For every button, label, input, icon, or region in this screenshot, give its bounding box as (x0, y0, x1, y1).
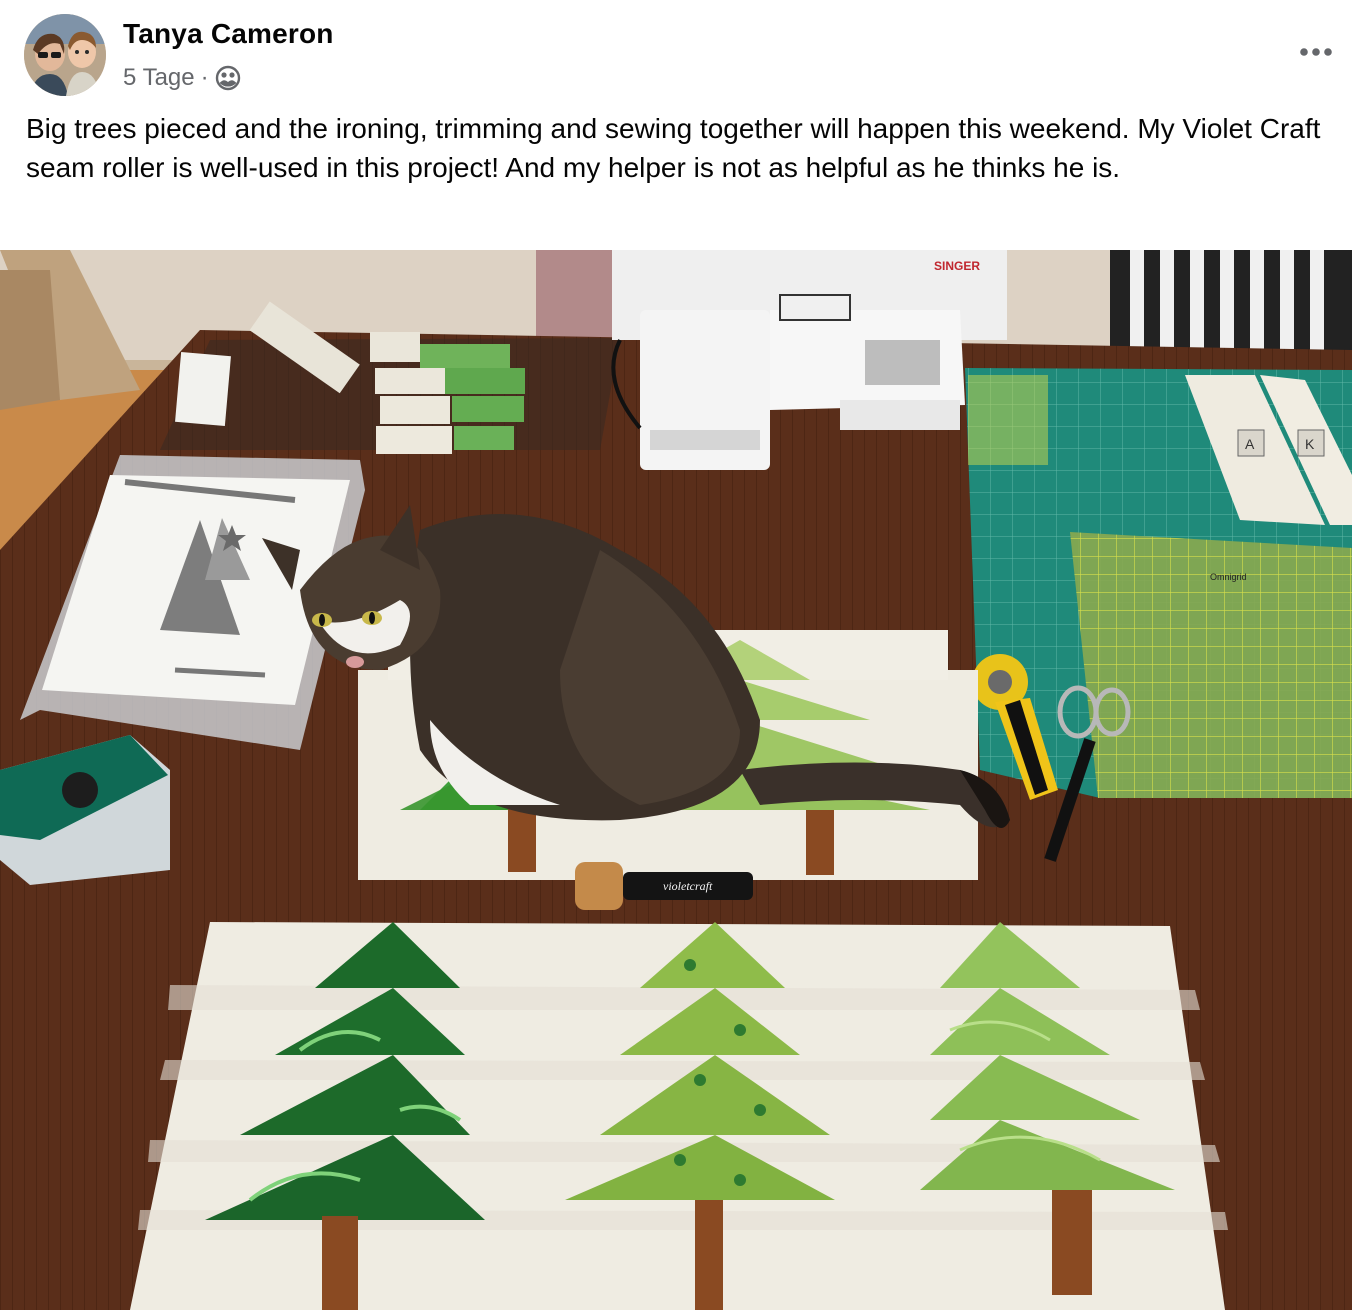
omnigrid-logo: Omnigrid (1210, 572, 1247, 582)
post-text: Big trees pieced and the ironing, trimmi… (26, 113, 1321, 183)
quilting-scene-image: SINGER Omnigrid A K violetcraft (0, 250, 1352, 1310)
facebook-post: Tanya Cameron 5 Tage · Big trees pieced … (0, 0, 1352, 1310)
avatar-photo (24, 14, 106, 96)
more-horizontal-icon (1300, 48, 1332, 56)
post-timestamp[interactable]: 5 Tage (123, 64, 195, 92)
post-header: Tanya Cameron 5 Tage · Big trees pieced … (0, 0, 1352, 250)
violetcraft-logo: violetcraft (663, 879, 713, 893)
author-avatar[interactable] (24, 14, 106, 96)
block-label-a: A (1245, 436, 1255, 452)
post-meta: 5 Tage · (123, 62, 241, 94)
singer-logo: SINGER (934, 259, 980, 273)
block-label-k: K (1305, 436, 1315, 452)
post-photo[interactable]: SINGER Omnigrid A K violetcraft (0, 250, 1352, 1310)
friends-icon[interactable] (215, 65, 241, 91)
more-options-button[interactable] (1296, 34, 1336, 70)
author-name[interactable]: Tanya Cameron (123, 18, 334, 50)
meta-separator: · (200, 64, 209, 91)
quilt-panel-bottom (130, 922, 1228, 1310)
